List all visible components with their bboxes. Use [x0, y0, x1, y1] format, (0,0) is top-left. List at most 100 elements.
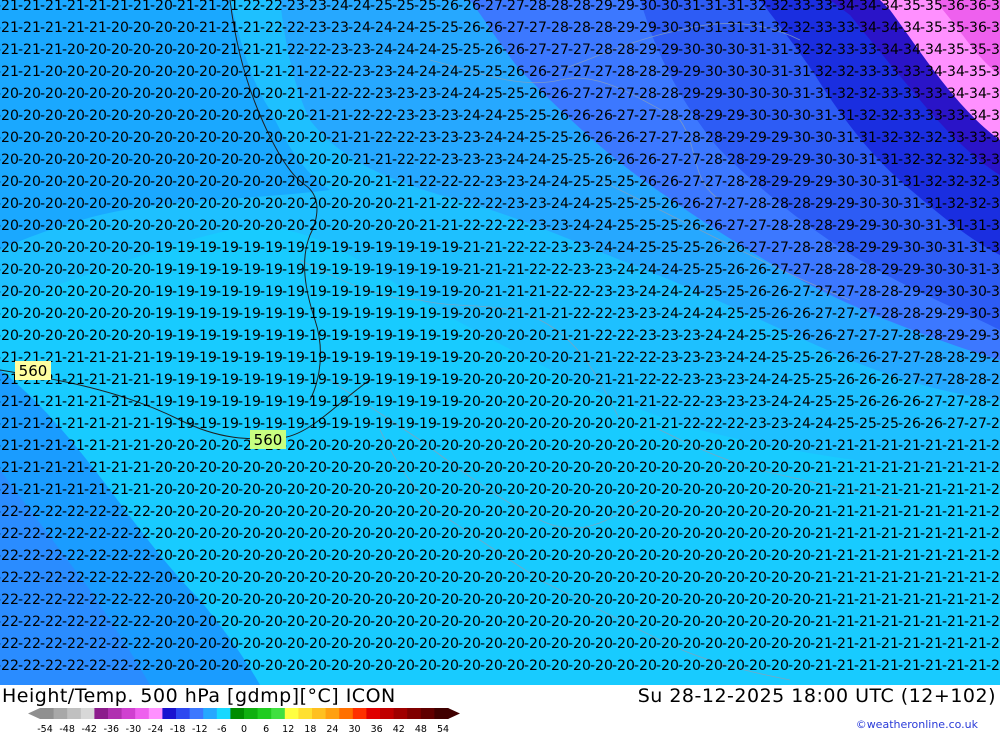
temperature-value: -20: [370, 482, 393, 498]
temperature-value: -21: [392, 174, 415, 190]
temperature-value: -22: [106, 592, 129, 608]
temperature-value: -31: [832, 130, 855, 146]
temperature-value: -20: [348, 218, 371, 234]
temperature-value: -20: [656, 636, 679, 652]
temperature-value: -20: [194, 196, 217, 212]
temperature-value: -20: [656, 482, 679, 498]
temperature-value: -20: [304, 218, 327, 234]
temperature-value: -21: [436, 218, 459, 234]
temperature-value: -20: [502, 460, 525, 476]
temperature-value: -22: [0, 658, 19, 674]
temperature-value: -20: [194, 614, 217, 630]
temperature-value: -20: [546, 658, 569, 674]
temperature-value: -20: [612, 614, 635, 630]
temperature-value: -20: [546, 372, 569, 388]
temperature-value: -20: [612, 636, 635, 652]
temperature-value: -25: [810, 372, 833, 388]
temperature-value: -20: [568, 438, 591, 454]
temperature-value: -20: [172, 460, 195, 476]
temperature-value: -32: [788, 20, 811, 36]
temperature-value: -30: [898, 240, 921, 256]
temperature-value: -23: [744, 394, 767, 410]
temperature-value: -22: [326, 86, 349, 102]
temperature-value: -19: [370, 350, 393, 366]
temperature-value: -24: [348, 0, 371, 14]
temperature-value: -20: [216, 636, 239, 652]
temperature-value: -27: [854, 328, 877, 344]
temperature-value: -20: [304, 592, 327, 608]
temperature-value: -32: [964, 174, 987, 190]
temperature-value: -26: [612, 152, 635, 168]
temperature-value: -20: [436, 504, 459, 520]
temperature-value: -27: [546, 64, 569, 80]
temperature-value: -26: [832, 350, 855, 366]
temperature-value: -22: [84, 570, 107, 586]
temperature-value: -22: [348, 108, 371, 124]
temperature-value: -19: [194, 328, 217, 344]
colorbar-tick-label: -48: [59, 724, 75, 733]
temperature-value: -21: [810, 504, 833, 520]
temperature-value: -19: [304, 350, 327, 366]
temperature-value: -20: [84, 306, 107, 322]
temperature-value: -29: [788, 174, 811, 190]
temperature-value: -20: [502, 592, 525, 608]
temperature-value: -33: [898, 64, 921, 80]
temperature-value: -27: [920, 372, 943, 388]
temperature-value: -20: [348, 592, 371, 608]
temperature-value: -20: [150, 658, 173, 674]
temperature-value: -21: [964, 482, 987, 498]
temperature-value: -27: [656, 152, 679, 168]
temperature-value: -19: [436, 416, 459, 432]
temperature-value: -20: [392, 504, 415, 520]
temperature-value: -20: [502, 548, 525, 564]
temperature-value: -20: [84, 42, 107, 58]
temperature-value: -22: [634, 350, 657, 366]
temperature-value: -21: [634, 394, 657, 410]
temperature-value: -26: [590, 108, 613, 124]
temperature-value: -23: [348, 64, 371, 80]
temperature-value: -22: [62, 504, 85, 520]
temperature-value: -21: [964, 636, 987, 652]
temperature-value: -26: [678, 196, 701, 212]
temperature-value: -34: [898, 42, 921, 58]
temperature-value: -20: [436, 658, 459, 674]
temperature-value: -21: [942, 636, 965, 652]
temperature-value: -20: [326, 614, 349, 630]
temperature-value: -20: [634, 592, 657, 608]
temperature-value: -20: [568, 504, 591, 520]
temperature-value: -20: [304, 174, 327, 190]
temperature-value: -22: [128, 570, 151, 586]
temperature-value: -19: [150, 416, 173, 432]
temperature-value: -20: [502, 636, 525, 652]
temperature-value: -19: [414, 262, 437, 278]
temperature-value: -20: [150, 438, 173, 454]
temperature-value: -24: [370, 20, 393, 36]
temperature-value: -19: [348, 240, 371, 256]
temperature-value: -28: [964, 372, 987, 388]
temperature-value: -22: [40, 658, 63, 674]
temperature-value: -20: [436, 592, 459, 608]
temperature-value: -20: [18, 262, 41, 278]
temperature-value: -20: [722, 460, 745, 476]
temperature-value: -21: [18, 0, 41, 14]
temperature-value: -20: [480, 372, 503, 388]
temperature-value: -20: [18, 196, 41, 212]
temperature-value: -20: [84, 284, 107, 300]
temperature-value: -19: [370, 284, 393, 300]
temperature-value: -20: [568, 570, 591, 586]
temperature-value: -20: [194, 636, 217, 652]
temperature-value: -31: [920, 196, 943, 212]
temperature-value: -21: [0, 0, 19, 14]
temperature-value: -23: [546, 240, 569, 256]
temperature-value: -27: [634, 108, 657, 124]
temperature-value: -19: [216, 328, 239, 344]
credit-link[interactable]: ©weatheronline.co.uk: [856, 718, 978, 731]
temperature-value: -19: [348, 372, 371, 388]
temperature-value: -21: [106, 350, 129, 366]
temperature-value: -21: [40, 42, 63, 58]
temperature-value: -20: [678, 482, 701, 498]
temperature-value: -19: [304, 328, 327, 344]
temperature-value: -30: [722, 64, 745, 80]
temperature-value: -20: [392, 614, 415, 630]
temperature-value: -20: [370, 570, 393, 586]
